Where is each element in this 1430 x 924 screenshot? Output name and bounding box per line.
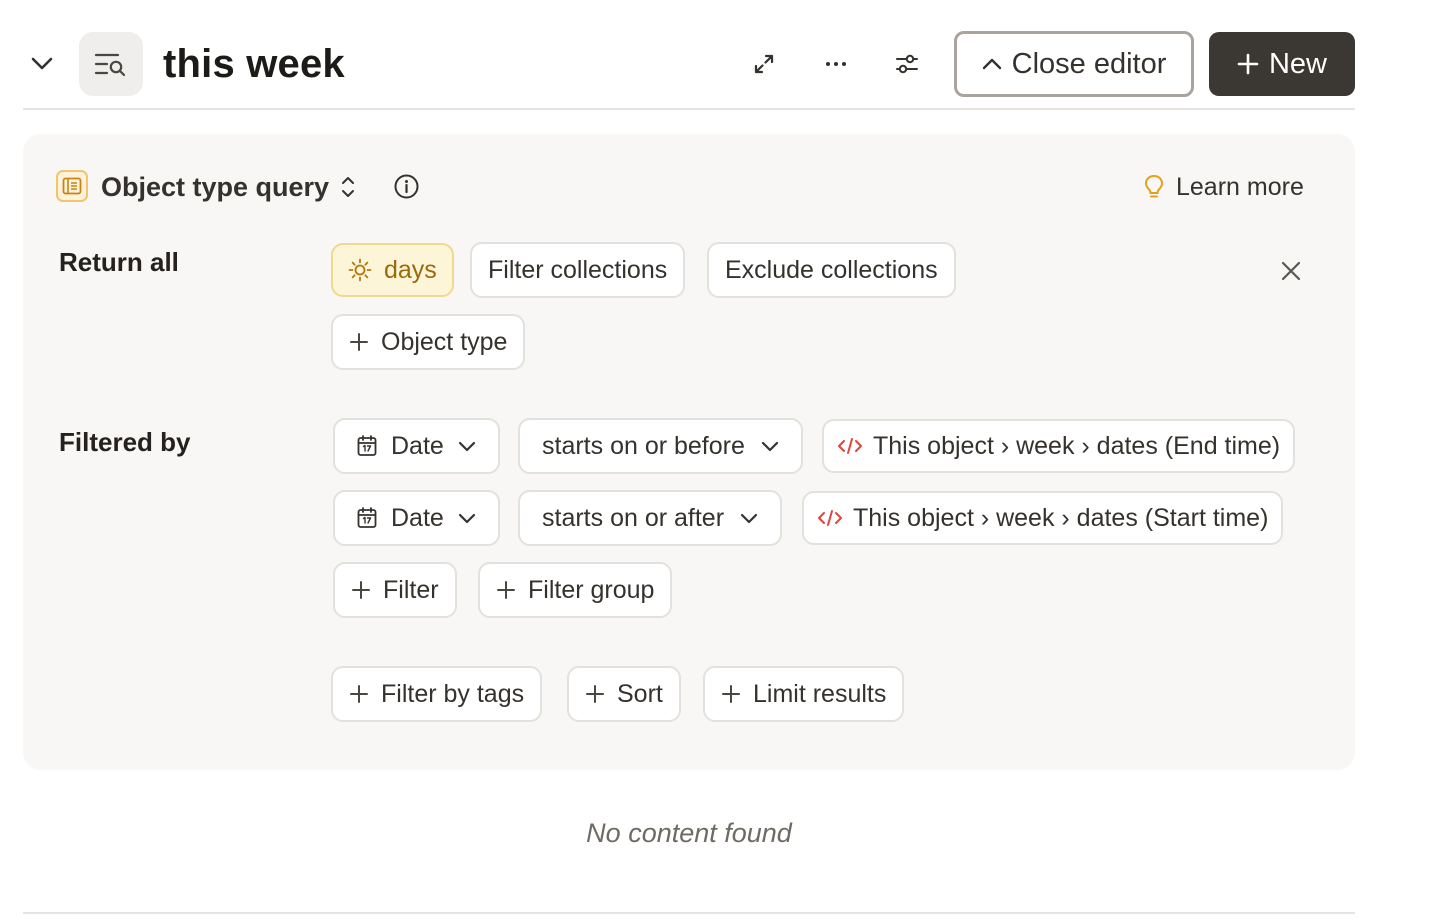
- filter-2-property-select[interactable]: Date: [333, 490, 500, 546]
- expand-button[interactable]: [742, 42, 786, 86]
- plus-icon: [497, 581, 515, 599]
- filtered-by-label: Filtered by: [59, 427, 191, 457]
- filter-1-operator-label: starts on or before: [542, 431, 745, 460]
- collection-icon: [62, 177, 82, 195]
- code-icon: [818, 510, 842, 526]
- add-sort-label: Sort: [617, 679, 663, 708]
- view-icon-button[interactable]: [79, 32, 143, 96]
- more-icon: [826, 62, 846, 66]
- chevron-down-icon: [458, 513, 475, 523]
- object-type-chip-days[interactable]: days: [331, 243, 454, 297]
- header-divider: [23, 108, 1355, 110]
- info-icon: [394, 174, 419, 199]
- plus-icon: [350, 685, 368, 703]
- filter-2-operator-select[interactable]: starts on or after: [518, 490, 783, 546]
- query-type-label: Object type query: [101, 171, 330, 202]
- limit-results-button[interactable]: Limit results: [703, 666, 905, 722]
- add-filter-button[interactable]: Filter: [333, 562, 457, 618]
- chevron-down-icon: [31, 57, 53, 70]
- exclude-collections-label: Exclude collections: [725, 255, 938, 284]
- filter-2-operator-label: starts on or after: [542, 503, 725, 532]
- query-type-icon: [56, 170, 88, 202]
- plus-icon: [350, 333, 368, 351]
- more-button[interactable]: [814, 42, 858, 86]
- add-sort-button[interactable]: Sort: [567, 666, 681, 722]
- filter-by-tags-button[interactable]: Filter by tags: [331, 666, 543, 722]
- chevron-down-icon: [761, 441, 778, 451]
- new-label: New: [1268, 47, 1327, 80]
- return-all-label: Return all: [59, 247, 179, 277]
- object-type-chip-label: days: [384, 255, 437, 284]
- calendar-icon: [357, 507, 377, 528]
- add-filter-label: Filter: [383, 575, 439, 604]
- close-editor-label: Close editor: [1011, 47, 1167, 80]
- learn-more-link[interactable]: Learn more: [1142, 170, 1304, 204]
- chevron-up-icon: [982, 58, 1001, 70]
- plus-icon: [352, 581, 370, 599]
- chevron-down-icon: [458, 441, 475, 451]
- settings-sliders-icon: [896, 54, 918, 74]
- filter-by-tags-label: Filter by tags: [381, 679, 525, 708]
- empty-results-message: No content found: [586, 818, 792, 848]
- collapse-toggle-button[interactable]: [22, 44, 62, 84]
- add-object-type-label: Object type: [381, 327, 508, 356]
- page-title[interactable]: this week: [163, 38, 345, 90]
- exclude-collections-button[interactable]: Exclude collections: [707, 242, 956, 298]
- filter-1-property-label: Date: [391, 431, 444, 460]
- new-button[interactable]: New: [1209, 32, 1355, 96]
- filter-2-property-label: Date: [391, 503, 444, 532]
- lightbulb-icon: [1144, 174, 1164, 198]
- limit-results-label: Limit results: [753, 679, 887, 708]
- view-settings-button[interactable]: [885, 42, 929, 86]
- filter-1-value[interactable]: This object › week › dates (End time): [822, 419, 1296, 473]
- add-filter-group-button[interactable]: Filter group: [478, 562, 673, 618]
- filter-1-property-select[interactable]: Date: [333, 418, 500, 474]
- query-type-selector[interactable]: Object type query: [101, 170, 355, 204]
- close-editor-button[interactable]: Close editor: [954, 31, 1194, 97]
- info-button[interactable]: [393, 173, 420, 200]
- add-object-type-button[interactable]: Object type: [331, 314, 526, 370]
- plus-icon: [586, 685, 604, 703]
- close-icon: [1281, 261, 1301, 281]
- plus-icon: [722, 685, 740, 703]
- filter-1-value-label: This object › week › dates (End time): [873, 431, 1281, 460]
- add-filter-group-label: Filter group: [528, 575, 655, 604]
- remove-object-type-button[interactable]: [1276, 256, 1306, 286]
- filter-1-operator-select[interactable]: starts on or before: [518, 418, 803, 474]
- filter-2-value-label: This object › week › dates (Start time): [853, 503, 1269, 532]
- filter-2-value[interactable]: This object › week › dates (Start time): [802, 491, 1284, 545]
- learn-more-label: Learn more: [1176, 172, 1304, 201]
- view-search-icon: [94, 53, 126, 77]
- filter-collections-button[interactable]: Filter collections: [470, 242, 686, 298]
- chevron-down-icon: [740, 513, 758, 523]
- plus-icon: [1237, 53, 1259, 75]
- sun-icon: [348, 258, 372, 282]
- results-divider: [23, 912, 1355, 914]
- expand-icon: [754, 54, 774, 74]
- calendar-icon: [357, 435, 377, 456]
- code-icon: [838, 438, 862, 454]
- chevron-up-down-icon: [342, 177, 355, 197]
- filter-collections-label: Filter collections: [488, 255, 668, 284]
